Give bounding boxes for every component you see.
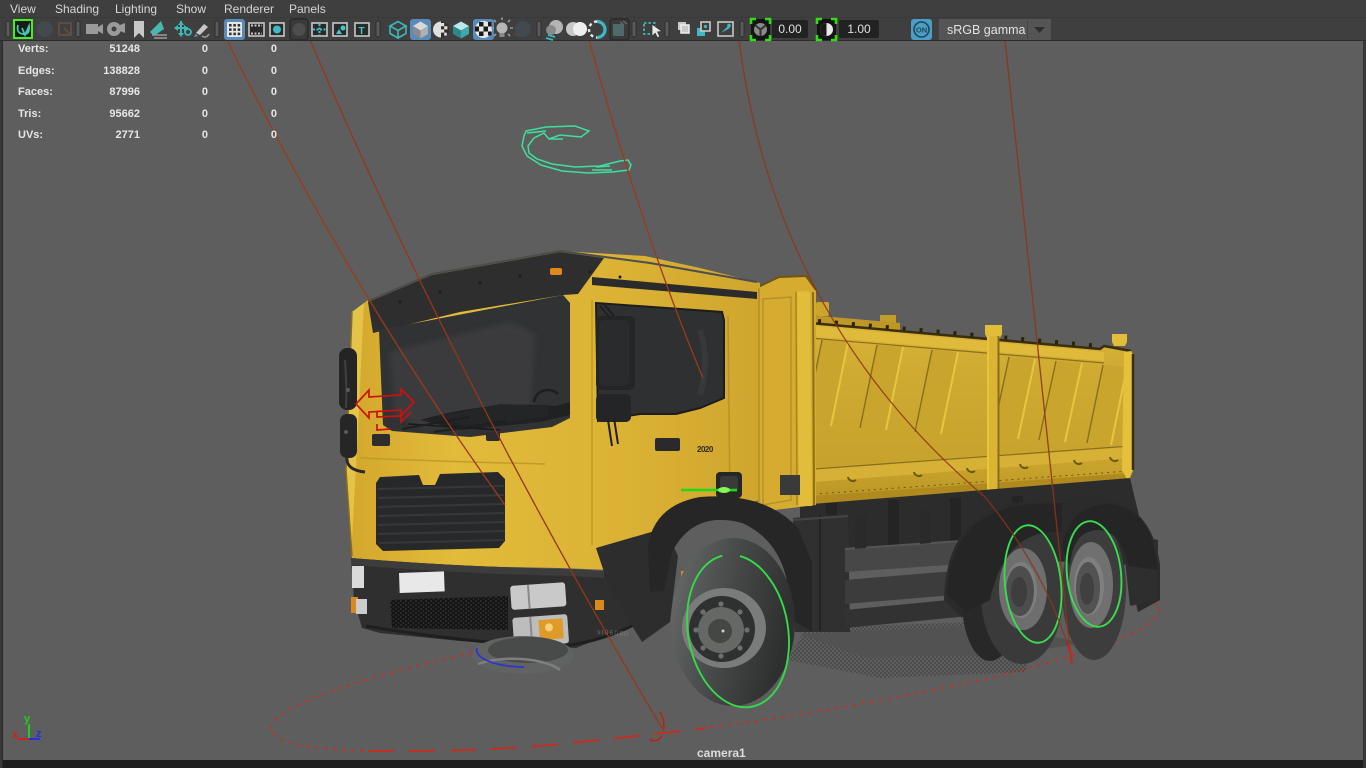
svg-text:Edges:: Edges: xyxy=(18,65,55,77)
svg-text:0: 0 xyxy=(271,43,277,55)
svg-text:z: z xyxy=(36,728,42,740)
svg-text:87996: 87996 xyxy=(109,86,140,98)
svg-text:0: 0 xyxy=(271,129,277,141)
svg-text:x: x xyxy=(12,729,19,741)
svg-text:95662: 95662 xyxy=(109,108,140,120)
svg-text:sRGB gamma: sRGB gamma xyxy=(947,23,1026,37)
svg-text:y: y xyxy=(24,713,31,725)
svg-text:T: T xyxy=(359,26,365,37)
svg-text:Shading: Shading xyxy=(55,2,99,16)
svg-text:138828: 138828 xyxy=(103,65,140,77)
svg-text:Lighting: Lighting xyxy=(115,2,157,16)
svg-text:0: 0 xyxy=(271,108,277,120)
svg-text:0: 0 xyxy=(271,65,277,77)
svg-text:Show: Show xyxy=(176,2,206,16)
svg-text:1.00: 1.00 xyxy=(847,22,871,36)
svg-text:UVs:: UVs: xyxy=(18,129,43,141)
svg-text:Tris:: Tris: xyxy=(18,108,41,120)
svg-text:Panels: Panels xyxy=(289,2,326,16)
svg-text:0: 0 xyxy=(202,43,208,55)
svg-text:0: 0 xyxy=(202,129,208,141)
svg-text:Verts:: Verts: xyxy=(18,43,49,55)
svg-text:camera1: camera1 xyxy=(697,746,746,760)
svg-text:51248: 51248 xyxy=(109,43,140,55)
svg-text:0.00: 0.00 xyxy=(778,22,802,36)
svg-text:Faces:: Faces: xyxy=(18,86,53,98)
svg-text:0: 0 xyxy=(202,65,208,77)
svg-text:2020: 2020 xyxy=(697,445,714,454)
svg-text:0: 0 xyxy=(202,108,208,120)
svg-text:0: 0 xyxy=(271,86,277,98)
svg-text:View: View xyxy=(10,2,36,16)
svg-text:0: 0 xyxy=(202,86,208,98)
svg-text:Renderer: Renderer xyxy=(224,2,274,16)
svg-text:2771: 2771 xyxy=(116,129,140,141)
svg-text:ON: ON xyxy=(916,26,927,35)
